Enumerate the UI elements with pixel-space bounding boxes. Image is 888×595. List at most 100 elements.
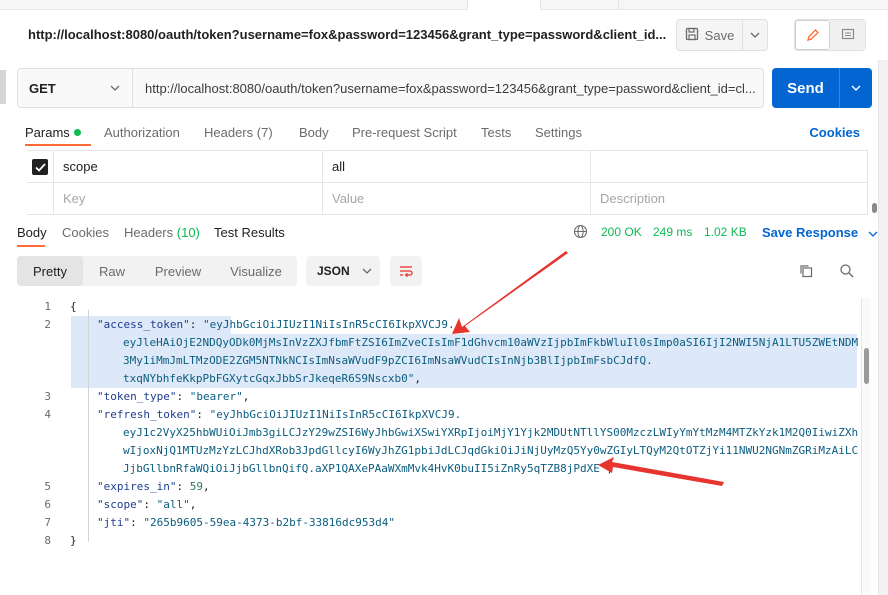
json-string-end: JjbGllbnRfaWQiOiJjbGllbnQifQ.aXP1QAXePAa…	[123, 462, 607, 475]
param-key-input[interactable]: Key	[54, 183, 323, 214]
method-select[interactable]: GET	[18, 69, 133, 107]
code-line-access-token: "access_token": "eyJhbGciOiJIUzI1NiIsInR…	[97, 318, 455, 331]
tab-settings[interactable]: Settings	[535, 125, 582, 140]
response-tabs: Body Cookies Headers (10) Test Results 2…	[17, 222, 878, 247]
tab-params[interactable]: Params	[25, 125, 81, 140]
tab-headers[interactable]: Headers (7)	[204, 125, 273, 140]
pretty-button[interactable]: Pretty	[17, 256, 83, 286]
window-scrollbar[interactable]	[878, 60, 888, 595]
code-line-scope: "scope": "all",	[97, 498, 197, 511]
copy-icon[interactable]	[798, 263, 814, 282]
json-key: "jti"	[97, 516, 131, 529]
param-key[interactable]: scope	[54, 151, 323, 182]
code-line-jti: "jti": "265b9605-59ea-4373-b2bf-33816dc9…	[97, 516, 396, 529]
preview-button[interactable]: Preview	[141, 256, 215, 286]
json-string: "all"	[156, 498, 190, 511]
params-scrollbar[interactable]	[872, 203, 877, 213]
send-options-button[interactable]	[840, 68, 872, 108]
param-description[interactable]	[591, 151, 868, 182]
line-number: 5	[44, 480, 51, 493]
save-options-button[interactable]	[743, 20, 767, 50]
tab-body[interactable]: Body	[299, 125, 329, 140]
param-description-input[interactable]: Description	[591, 183, 868, 214]
json-string: "265b9605-59ea-4373-b2bf-33816dc953d4"	[143, 516, 396, 529]
response-time[interactable]: 249 ms	[653, 225, 692, 239]
tab-headers-label: Headers	[204, 125, 254, 140]
sidebar-edge	[0, 70, 6, 104]
url-input[interactable]: http://localhost:8080/oauth/token?userna…	[133, 69, 763, 107]
json-string-continuation: wIjoxNjQ1MTUzMzYzLCJhdXRob3JpdGllcyI6WyJ…	[123, 444, 859, 457]
tab-authorization[interactable]: Authorization	[104, 125, 180, 140]
save-icon	[685, 27, 699, 44]
wrap-lines-button[interactable]	[390, 256, 422, 286]
chevron-down-icon	[362, 268, 372, 274]
format-select[interactable]: JSON	[306, 256, 380, 286]
edit-mode-button[interactable]	[795, 20, 830, 50]
save-label: Save	[704, 27, 735, 43]
send-button[interactable]: Send	[772, 68, 840, 108]
globe-icon[interactable]	[573, 224, 588, 242]
json-string-continuation: txqNYbhfeKkpPbFGXytcGqxJbbSrJkeqeR6S9Nsc…	[123, 372, 422, 385]
code-line-expires-in: "expires_in": 59,	[97, 480, 210, 493]
visualize-button[interactable]: Visualize	[215, 256, 297, 286]
json-key: "scope"	[97, 498, 144, 511]
response-body-viewer[interactable]: 1 2 3 4 5 6 7 8 { "access_token": "eyJhb…	[17, 298, 860, 595]
line-number: 6	[44, 498, 51, 511]
tab-underline	[17, 245, 45, 247]
code-scrollbar-thumb[interactable]	[864, 348, 869, 384]
checkmark-icon	[34, 162, 46, 172]
documentation-mode-button[interactable]	[830, 20, 865, 50]
line-number: 1	[44, 300, 51, 313]
tab-response-cookies[interactable]: Cookies	[62, 225, 109, 240]
send-button-group: Send	[772, 68, 872, 108]
params-table: scope all Key Value Description	[27, 150, 868, 215]
json-number: 59	[189, 480, 203, 493]
tab-test-results[interactable]: Test Results	[214, 225, 285, 240]
tab-response-headers[interactable]: Headers (10)	[124, 225, 200, 240]
code-line-token-type: "token_type": "bearer",	[97, 390, 250, 403]
save-response-label: Save Response	[762, 225, 859, 240]
pencil-icon	[806, 29, 819, 41]
code-scrollbar[interactable]	[861, 298, 871, 595]
response-headers-count: (10)	[176, 225, 200, 240]
wrap-lines-icon	[400, 266, 413, 278]
json-key: "token_type"	[97, 390, 177, 403]
headers-count: (7)	[256, 125, 273, 140]
json-key: "expires_in"	[97, 480, 177, 493]
active-tab[interactable]	[467, 0, 541, 10]
raw-button[interactable]: Raw	[83, 256, 141, 286]
param-enabled-checkbox[interactable]	[32, 159, 48, 175]
line-number: 4	[44, 408, 51, 421]
request-title[interactable]: http://localhost:8080/oauth/token?userna…	[28, 27, 666, 42]
code-brace: }	[70, 534, 77, 547]
tab-prerequest-script[interactable]: Pre-request Script	[352, 125, 457, 140]
param-value-input[interactable]: Value	[323, 183, 591, 214]
code-line-refresh-token: "refresh_token": "eyJhbGciOiJIUzI1NiIsIn…	[97, 408, 462, 421]
comment-icon	[841, 28, 854, 40]
request-title-bar: http://localhost:8080/oauth/token?userna…	[0, 10, 888, 60]
search-icon[interactable]	[839, 263, 855, 282]
json-string: "eyJhbGciOiJIUzI1NiIsInR5cCI6IkpXVCJ9.	[209, 408, 462, 421]
view-mode-segment: Pretty Raw Preview Visualize	[17, 256, 297, 286]
tab-response-headers-label: Headers	[124, 225, 174, 240]
save-button[interactable]: Save	[677, 20, 743, 50]
line-number: 8	[44, 534, 51, 547]
view-mode-toggle	[794, 19, 866, 51]
json-string-continuation: eyJleHAiOjE2NDQyODk0MjMsInVzZXJfbmFtZSI6…	[123, 336, 859, 349]
tab-params-label: Params	[25, 125, 70, 140]
status-code[interactable]: 200 OK	[601, 225, 642, 239]
response-size[interactable]: 1.02 KB	[704, 225, 747, 239]
method-label: GET	[29, 80, 56, 96]
line-number: 3	[44, 390, 51, 403]
tab-tests[interactable]: Tests	[481, 125, 511, 140]
indent-guide	[88, 310, 89, 542]
chevron-down-icon	[110, 85, 120, 91]
cookies-link[interactable]: Cookies	[809, 125, 860, 140]
chevron-down-icon	[868, 231, 878, 237]
json-string-continuation: 3My1iMmJmLTMzODE2ZGM5NTNkNCIsImNsaWVudF9…	[123, 354, 653, 367]
save-response-button[interactable]: Save Response	[762, 225, 878, 240]
json-key: "access_token"	[97, 318, 190, 331]
tab-response-body[interactable]: Body	[17, 225, 47, 240]
line-number: 2	[44, 318, 51, 331]
param-value[interactable]: all	[323, 151, 591, 182]
